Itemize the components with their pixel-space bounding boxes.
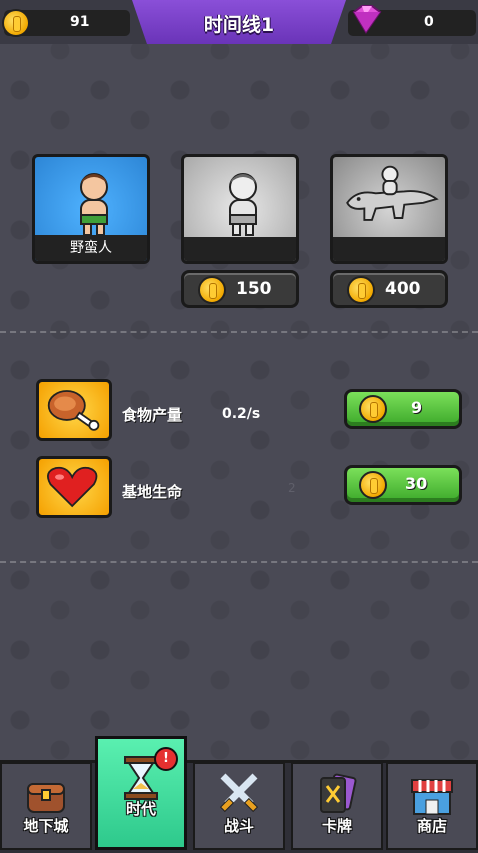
gem-counter: 0 xyxy=(348,5,476,36)
cards-icon xyxy=(320,773,357,813)
upgrade-value-food: 0.2/s xyxy=(222,406,261,422)
coin-icon xyxy=(359,471,387,499)
shop-icon xyxy=(411,779,453,815)
top-bar: 91 时间线1 0 xyxy=(0,0,478,44)
locked-character-icon xyxy=(229,173,257,236)
character-card-locked-2[interactable] xyxy=(330,154,448,264)
character-name-bar xyxy=(184,237,296,261)
gem-icon xyxy=(352,5,382,34)
gem-count: 0 xyxy=(424,14,434,30)
coin-icon xyxy=(2,9,30,37)
character-card-locked-1[interactable] xyxy=(181,154,299,264)
tab-shop[interactable]: 商店 xyxy=(386,762,478,850)
notification-badge: ! xyxy=(154,747,178,771)
meat-icon xyxy=(36,379,112,441)
character-name: 野蛮人 xyxy=(35,235,147,261)
unlock-price: 150 xyxy=(236,279,272,299)
character-card-barbarian[interactable]: 野蛮人 xyxy=(32,154,150,264)
coin-counter: 91 xyxy=(2,9,130,37)
page-title: 时间线1 xyxy=(203,14,275,36)
barbarian-icon xyxy=(80,173,108,236)
tab-label: 地下城 xyxy=(23,817,69,835)
tab-label: 商店 xyxy=(416,817,447,835)
divider xyxy=(0,561,478,563)
upgrade-base-hp-button[interactable]: 30 xyxy=(344,465,462,505)
tab-battle[interactable]: 战斗 xyxy=(193,762,285,850)
unlock-price-button-2[interactable]: 400 xyxy=(330,270,448,308)
unlock-price-button-1[interactable]: 150 xyxy=(181,270,299,308)
heart-icon xyxy=(36,456,112,518)
coin-count: 91 xyxy=(70,14,90,30)
dino-rider-icon xyxy=(346,165,439,221)
tab-label: 战斗 xyxy=(223,817,254,835)
tab-label: 卡牌 xyxy=(321,817,352,835)
tab-label: 时代 xyxy=(125,800,156,818)
chest-icon xyxy=(27,783,65,813)
upgrade-food-button[interactable]: 9 xyxy=(344,389,462,429)
upgrade-label-food: 食物产量 xyxy=(122,406,183,424)
divider xyxy=(0,331,478,333)
tab-cards[interactable]: 卡牌 xyxy=(291,762,383,850)
tab-dungeon[interactable]: 地下城 xyxy=(0,762,92,850)
title-ribbon: 时间线1 xyxy=(132,0,346,44)
coin-icon xyxy=(359,395,387,423)
coin-icon xyxy=(198,276,226,304)
upgrade-cost: 9 xyxy=(411,398,423,417)
unlock-price: 400 xyxy=(385,279,421,299)
character-name-bar xyxy=(333,237,445,261)
upgrade-value-base-hp: 2 xyxy=(288,481,296,495)
coin-icon xyxy=(347,276,375,304)
crossed-swords-icon xyxy=(219,773,259,813)
tab-era[interactable]: ! 时代 xyxy=(95,736,187,850)
upgrade-label-base-hp: 基地生命 xyxy=(122,483,183,501)
upgrade-cost: 30 xyxy=(405,474,428,493)
